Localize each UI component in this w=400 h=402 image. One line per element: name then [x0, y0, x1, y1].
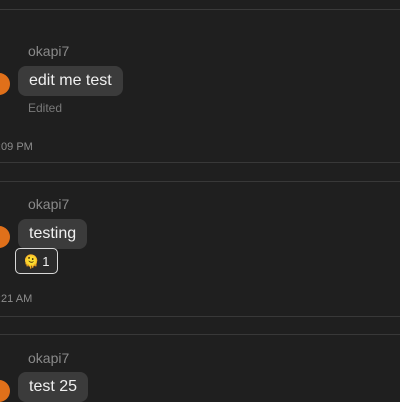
reaction-count: 1 — [42, 253, 50, 269]
edited-label: Edited — [28, 101, 63, 115]
message-divider — [0, 334, 400, 335]
top-divider — [0, 9, 400, 10]
message-divider — [0, 316, 400, 317]
message-bubble[interactable]: testing — [18, 219, 88, 249]
message-timestamp: :21 AM — [0, 293, 33, 305]
avatar[interactable] — [0, 226, 10, 248]
message-divider — [0, 181, 400, 182]
avatar[interactable] — [0, 380, 10, 402]
message-timestamp: :09 PM — [0, 141, 33, 153]
message-username[interactable]: okapi7 — [28, 350, 69, 366]
avatar[interactable] — [0, 73, 10, 95]
reaction-emoji-icon: 🫠 — [23, 253, 40, 269]
message-username[interactable]: okapi7 — [28, 43, 69, 59]
message-username[interactable]: okapi7 — [28, 196, 69, 212]
reaction-chip[interactable]: 🫠 1 — [15, 248, 58, 274]
message-divider — [0, 162, 400, 163]
message-bubble[interactable]: edit me test — [18, 66, 123, 96]
message-bubble[interactable]: test 25 — [18, 372, 89, 402]
